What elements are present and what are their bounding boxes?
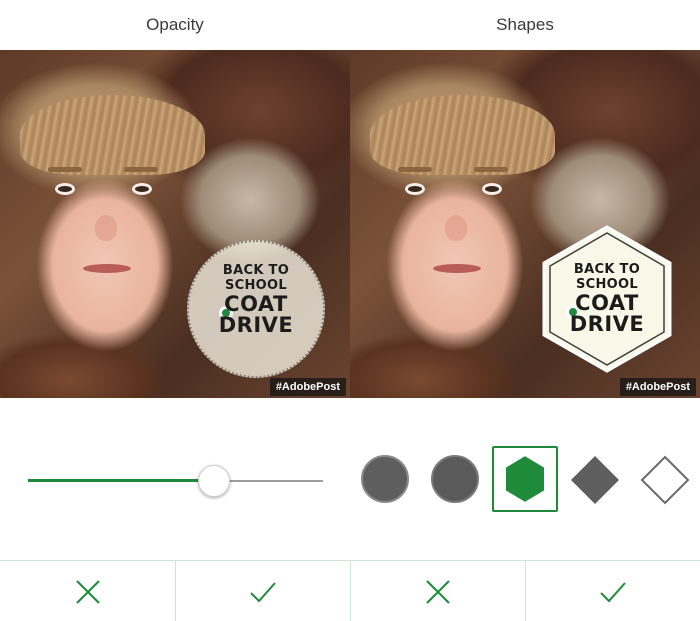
badge-line-1: BACK TO [573, 262, 641, 277]
badge-line-4: DRIVE [218, 313, 294, 337]
shape-circle-outline-option[interactable] [431, 455, 479, 503]
photo-eye-left [55, 183, 75, 195]
opacity-panel: Opacity BACK TO SCHOOL COAT DRIVE #Adobe… [0, 0, 350, 621]
badge-line-4: DRIVE [569, 312, 645, 336]
panel-title-shapes: Shapes [496, 15, 554, 34]
checkmark-icon [250, 581, 276, 602]
photo-brow-left [48, 167, 82, 172]
photo-preview-opacity: BACK TO SCHOOL COAT DRIVE #AdobePost [0, 50, 350, 398]
photo-nose [95, 215, 117, 241]
badge-line-3: COAT [224, 292, 288, 316]
opacity-slider-thumb[interactable] [197, 465, 230, 497]
badge-text: BACK TO SCHOOL COAT DRIVE [542, 263, 672, 335]
photo-nose [445, 215, 467, 241]
cancel-button-opacity[interactable] [0, 561, 175, 621]
badge-line-2: SCHOOL [225, 278, 287, 293]
shape-hexagon-option-selected[interactable] [492, 446, 558, 512]
cancel-button-shapes[interactable] [350, 561, 525, 621]
photo-brow-left [398, 167, 432, 172]
photo-eye-left [405, 183, 425, 195]
shape-diamond-outline-option[interactable] [639, 454, 691, 506]
badge-hexagon[interactable]: BACK TO SCHOOL COAT DRIVE [542, 225, 672, 373]
hashtag-label: #AdobePost [619, 378, 696, 396]
photo-hair [20, 95, 205, 175]
hexagon-icon [504, 453, 546, 505]
bottom-action-bar [0, 560, 700, 621]
hashtag-label: #AdobePost [269, 378, 346, 396]
checkmark-icon [600, 581, 626, 602]
photo-preview-shapes: BACK TO SCHOOL COAT DRIVE #AdobePost [350, 50, 700, 398]
shape-diamond-filled-option[interactable] [569, 454, 621, 506]
photo-brow-right [474, 167, 508, 172]
confirm-button-shapes[interactable] [525, 561, 700, 621]
close-icon [75, 579, 100, 604]
badge-text: BACK TO SCHOOL COAT DRIVE [189, 264, 323, 336]
close-icon [426, 579, 450, 604]
badge-circle[interactable]: BACK TO SCHOOL COAT DRIVE [187, 240, 325, 378]
photo-eye-right [482, 183, 502, 195]
photo-brow-right [124, 167, 158, 172]
photo-eye-right [132, 183, 152, 195]
badge-line-1: BACK TO [222, 263, 290, 278]
shape-circle-option[interactable] [361, 455, 409, 503]
badge-line-2: SCHOOL [576, 277, 638, 292]
panel-title-opacity: Opacity [146, 15, 204, 34]
shapes-panel: Shapes BACK TO SCHOOL COAT DRIVE #AdobeP… [350, 0, 700, 621]
confirm-button-opacity[interactable] [175, 561, 350, 621]
opacity-slider-fill [28, 479, 214, 482]
photo-mouth [433, 264, 481, 273]
photo-mouth [83, 264, 131, 273]
photo-hair [370, 95, 555, 175]
badge-line-3: COAT [575, 291, 639, 315]
